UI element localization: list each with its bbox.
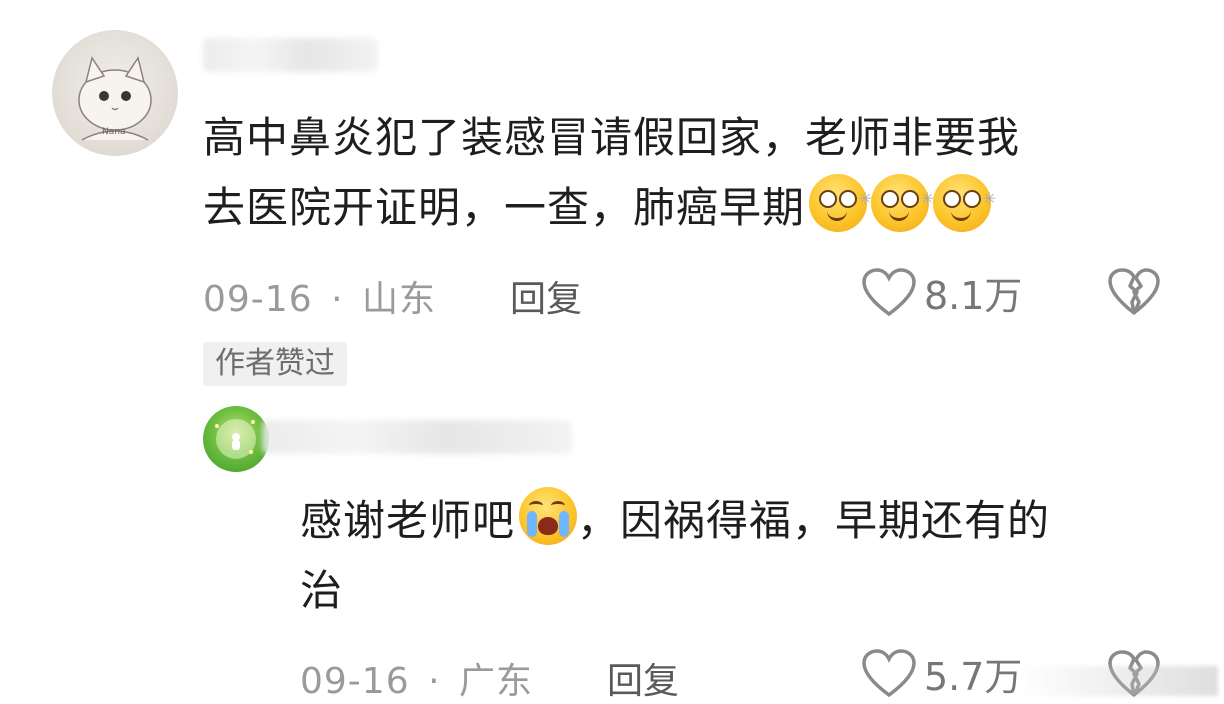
like-count: 5.7万 xyxy=(924,655,1023,699)
meta-separator: · xyxy=(331,279,344,320)
avatar-label: Nana xyxy=(102,127,125,137)
reply-username-blurred[interactable] xyxy=(262,420,572,454)
cat-illustration: Nana xyxy=(78,56,152,141)
dizzy-smile-emoji-icon: ✳ xyxy=(871,174,934,232)
dizzy-smile-emoji-icon: ✳ xyxy=(809,174,872,232)
reply-comment-meta: 09-16 · 广东 xyxy=(300,652,533,704)
reply-button[interactable]: 回复 xyxy=(510,270,582,322)
heart-icon xyxy=(862,648,916,697)
username-blurred[interactable] xyxy=(203,38,378,72)
meadow-illustration xyxy=(215,419,256,459)
like-count: 8.1万 xyxy=(924,274,1023,318)
comment-date: 09-16 xyxy=(203,279,313,320)
comment-line-text: ，因祸得福，早期还有的 xyxy=(577,496,1051,545)
comment-line-text: 感谢老师吧 xyxy=(300,496,516,545)
meta-separator: · xyxy=(428,661,441,702)
like-button[interactable]: 8.1万 xyxy=(862,265,1022,320)
comment-meta: 09-16 · 山东 xyxy=(203,270,436,322)
comment-location: 山东 xyxy=(361,279,436,320)
comment-line: 去医院开证明，一查，肺癌早期 ✳ ✳ ✳ xyxy=(203,173,1183,243)
comment-location: 广东 xyxy=(458,661,533,702)
comment-line: 治 xyxy=(300,566,344,615)
comment-line-text: 去医院开证明，一查，肺癌早期 xyxy=(203,183,806,232)
reply-user-avatar[interactable] xyxy=(203,406,269,472)
crying-emoji-icon xyxy=(519,487,578,545)
comment-body: 高中鼻炎犯了装感冒请假回家，老师非要我 去医院开证明，一查，肺癌早期 ✳ ✳ ✳ xyxy=(203,103,1183,243)
heart-icon xyxy=(862,267,916,316)
dislike-button[interactable] xyxy=(1108,268,1160,320)
comment-line: 感谢老师吧 ，因祸得福，早期还有的 xyxy=(300,486,1200,556)
watermark-overlay xyxy=(1018,666,1218,696)
comment-date: 09-16 xyxy=(300,661,410,702)
user-avatar[interactable]: Nana xyxy=(52,30,178,156)
dizzy-smile-emoji-icon: ✳ xyxy=(933,174,996,232)
reply-like-button[interactable]: 5.7万 xyxy=(862,646,1022,701)
reply-comment-body: 感谢老师吧 ，因祸得福，早期还有的 治 xyxy=(300,486,1200,626)
comment-line: 高中鼻炎犯了装感冒请假回家，老师非要我 xyxy=(203,113,1021,162)
author-liked-badge: 作者赞过 xyxy=(203,342,347,386)
broken-heart-icon xyxy=(1108,268,1160,315)
reply-button[interactable]: 回复 xyxy=(607,652,679,704)
